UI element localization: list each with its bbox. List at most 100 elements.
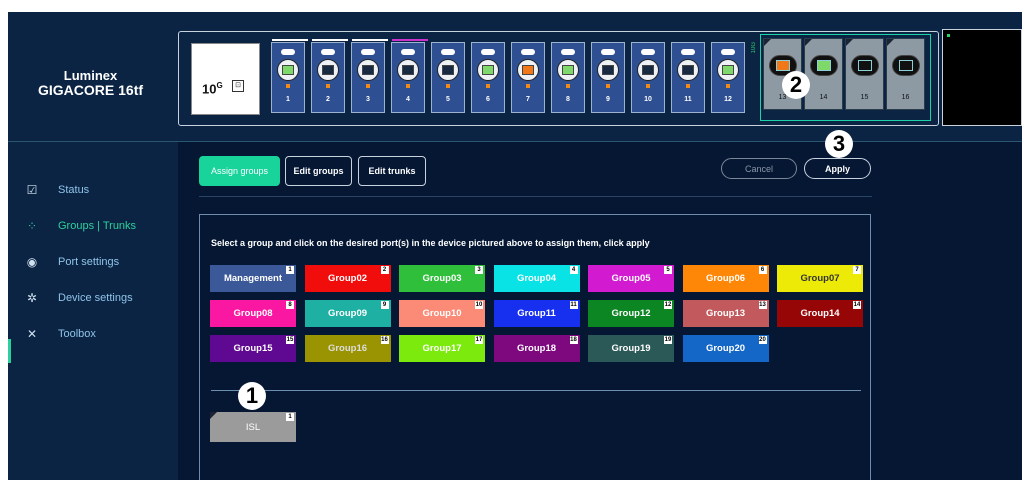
port-number: 4 <box>406 96 410 103</box>
port-activity-dot <box>526 84 530 88</box>
group-button-group13[interactable]: Group13 13 <box>682 300 769 327</box>
group-label: Group14 <box>800 308 840 319</box>
group-number: 15 <box>286 336 294 344</box>
group-button-group17[interactable]: Group17 17 <box>399 335 485 362</box>
port-activity-dot <box>366 84 370 88</box>
group-button-group04[interactable]: Group04 4 <box>493 265 580 292</box>
port-group-bar <box>352 39 388 41</box>
port-activity-dot <box>446 84 450 88</box>
port-led <box>481 49 495 55</box>
edit-groups-button[interactable]: Edit groups <box>285 156 352 186</box>
port-led <box>521 49 535 55</box>
port-status-square <box>442 65 454 75</box>
device-header: Luminex GIGACORE 16tf 10G ⊡ 1 2 3 4 5 6 7 8 9 10 1… <box>8 12 1022 142</box>
copper-port-9[interactable]: 9 <box>591 42 625 113</box>
fiber-port-15[interactable]: 15 <box>845 38 884 110</box>
group-button-group08[interactable]: Group08 8 <box>210 300 296 327</box>
port-led <box>681 49 695 55</box>
copper-port-10[interactable]: 10 <box>631 42 665 113</box>
group-number: 12 <box>664 301 672 309</box>
port-number: 8 <box>566 96 570 103</box>
port-activity-dot <box>406 84 410 88</box>
sidebar-item-label: Groups | Trunks <box>58 220 137 232</box>
group-button-group03[interactable]: Group03 3 <box>399 265 485 292</box>
isl-group-button[interactable]: ISL 1 <box>210 412 296 442</box>
group-button-group05[interactable]: Group05 5 <box>588 265 674 292</box>
device-front-panel: 10G ⊡ 1 2 3 4 5 6 7 8 9 10 11 12 10G 13 14 15 16 <box>178 31 939 126</box>
port-number: 9 <box>606 96 610 103</box>
port-group-bar <box>272 39 308 41</box>
sidebar-item-toolbox[interactable]: ✕ Toolbox <box>23 324 96 344</box>
ethernet-jack-icon <box>277 59 299 81</box>
assign-groups-button[interactable]: Assign groups <box>199 156 280 186</box>
port-activity-dot <box>286 84 290 88</box>
sidebar-item-device-settings[interactable]: ✲ Device settings <box>23 288 133 308</box>
sidebar-item-label: Device settings <box>58 292 133 304</box>
group-button-group14[interactable]: Group14 14 <box>777 300 863 327</box>
group-button-group20[interactable]: Group20 20 <box>682 335 769 362</box>
port-activity-dot <box>686 84 690 88</box>
group-button-group06[interactable]: Group06 6 <box>682 265 769 292</box>
ethernet-jack-icon <box>637 59 659 81</box>
group-label: Group17 <box>422 343 462 354</box>
tools-icon: ✕ <box>26 327 38 341</box>
group-number: 3 <box>475 266 483 274</box>
ethernet-jack-icon <box>717 59 739 81</box>
port-corner-mark <box>887 39 894 46</box>
copper-port-5[interactable]: 5 <box>431 42 465 113</box>
cancel-button[interactable]: Cancel <box>721 158 797 179</box>
group-button-group10[interactable]: Group10 10 <box>399 300 485 327</box>
copper-port-1[interactable]: 1 <box>271 39 308 113</box>
copper-port-12[interactable]: 12 <box>711 42 745 113</box>
group-button-group16[interactable]: Group16 16 <box>304 335 391 362</box>
speed-label: 10G <box>202 81 223 96</box>
port-status-square <box>858 60 872 71</box>
copper-port-8[interactable]: 8 <box>551 42 585 113</box>
group-button-group12[interactable]: Group12 12 <box>588 300 674 327</box>
fiber-port-14[interactable]: 14 <box>804 38 843 110</box>
sfp-cage-icon <box>851 55 879 76</box>
group-button-group09[interactable]: Group09 9 <box>304 300 391 327</box>
sidebar-item-groups-trunks[interactable]: ⁘ Groups | Trunks <box>23 216 136 236</box>
speed-unit: G <box>216 81 223 90</box>
callout-marker-2: 2 <box>782 71 810 99</box>
copper-port-11[interactable]: 11 <box>671 42 705 113</box>
ethernet-jack-icon <box>397 59 419 81</box>
edit-trunks-button[interactable]: Edit trunks <box>358 156 426 186</box>
port-led <box>361 49 375 55</box>
port-group-bar <box>392 39 428 41</box>
port-activity-dot <box>486 84 490 88</box>
sidebar-item-status[interactable]: ☑ Status <box>23 180 90 200</box>
port-status-square <box>322 65 334 75</box>
port-status-square <box>482 65 494 75</box>
app-window: Luminex GIGACORE 16tf 10G ⊡ 1 2 3 4 5 6 7 8 9 10 1… <box>8 12 1022 480</box>
apply-button[interactable]: Apply <box>804 158 871 179</box>
port-number: 6 <box>486 96 490 103</box>
group-number: 11 <box>569 301 578 309</box>
ethernet-jack-icon <box>477 59 499 81</box>
group-button-group18[interactable]: Group18 18 <box>493 335 580 362</box>
copper-port-3[interactable]: 3 <box>351 39 388 113</box>
group-button-group07[interactable]: Group07 7 <box>777 265 863 292</box>
group-label: Group19 <box>611 343 651 354</box>
status-led <box>947 34 950 37</box>
fiber-port-16[interactable]: 16 <box>886 38 925 110</box>
ethernet-jack-icon <box>517 59 539 81</box>
group-button-management[interactable]: Management 1 <box>210 265 296 292</box>
copper-port-2[interactable]: 2 <box>311 39 348 113</box>
sidebar-item-label: Port settings <box>58 256 120 268</box>
group-button-group11[interactable]: Group11 11 <box>493 300 580 327</box>
sfp-cage-icon <box>810 55 838 76</box>
group-button-group02[interactable]: Group02 2 <box>304 265 391 292</box>
port-status-square <box>722 65 734 75</box>
group-label: Group11 <box>517 308 556 319</box>
copper-port-4[interactable]: 4 <box>391 39 428 113</box>
port-group-bar <box>312 39 348 41</box>
copper-port-6[interactable]: 6 <box>471 42 505 113</box>
brand-name: Luminex <box>63 68 118 83</box>
group-button-group15[interactable]: Group15 15 <box>210 335 296 362</box>
group-button-group19[interactable]: Group19 19 <box>588 335 674 362</box>
copper-port-7[interactable]: 7 <box>511 42 545 113</box>
port-settings-icon: ◉ <box>26 255 38 269</box>
sidebar-item-port-settings[interactable]: ◉ Port settings <box>23 252 119 272</box>
